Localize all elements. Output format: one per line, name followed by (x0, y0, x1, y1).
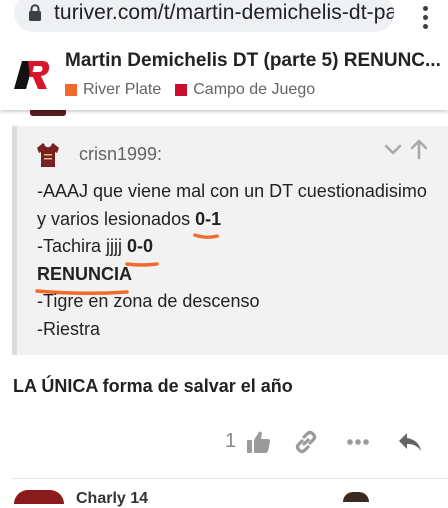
post-body: LA ÚNICA forma de salvar el año (13, 376, 293, 396)
category-label: River Plate (83, 81, 162, 98)
quote-line-text: y varios lesionados (37, 208, 196, 229)
previous-post-avatar[interactable] (30, 110, 66, 116)
quote-line: y varios lesionados 0-1 (37, 206, 427, 239)
like-count[interactable]: 1 (225, 430, 236, 453)
more-options-icon[interactable] (344, 428, 372, 456)
renuncia-text: RENUNCIA (37, 263, 133, 284)
site-logo[interactable] (12, 58, 52, 92)
category-river-plate[interactable]: River Plate (65, 81, 161, 99)
quote-line: -Riestra (37, 316, 427, 344)
category-campo-de-juego[interactable]: Campo de Juego (175, 81, 315, 99)
quote-line: -Tigre en zona de descenso (37, 288, 427, 316)
next-post-avatar[interactable] (14, 490, 64, 504)
quote-line: -AAAJ que viene mal con un DT cuestionad… (37, 178, 427, 206)
post-divider (12, 478, 448, 479)
quote-line-text: -Tigre en zona de descenso (37, 291, 260, 311)
like-icon[interactable] (244, 428, 272, 456)
quote-line: RENUNCIA (35, 261, 427, 296)
arrow-up-icon[interactable] (409, 138, 429, 160)
quote-block: crisn1999: -AAAJ que viene mal con un DT… (12, 126, 448, 355)
address-field[interactable]: turiver.com/t/martin-demichelis-dt-parte… (14, 0, 394, 32)
topic-title[interactable]: Martin Demichelis DT (parte 5) RENUNC... (65, 50, 441, 72)
reply-icon[interactable] (396, 428, 424, 456)
renuncia-highlight: RENUNCIA (35, 261, 133, 296)
quote-line-text: -Riestra (37, 318, 101, 339)
topic-header: Martin Demichelis DT (parte 5) RENUNC...… (0, 40, 448, 110)
quote-line-text: -AAAJ que viene mal con un DT cuestionad… (37, 181, 427, 201)
lock-icon (29, 4, 41, 21)
browser-url-bar: turiver.com/t/martin-demichelis-dt-parte… (0, 0, 448, 40)
quote-line: -Tachira jjjj 0-0 (37, 233, 427, 267)
score-text: 0-0 (127, 236, 154, 256)
chevron-down-icon[interactable] (383, 140, 403, 160)
category-color-swatch (175, 84, 188, 96)
score-highlight: 0-0 (125, 233, 159, 267)
next-post-username[interactable]: Charly 14 (76, 490, 148, 508)
quoted-text: -AAAJ que viene mal con un DT cuestionad… (35, 178, 427, 344)
quoted-username: crisn1999: (79, 144, 163, 164)
next-post-flair-avatar (343, 492, 369, 502)
category-list: River Plate Campo de Juego (65, 81, 329, 99)
category-label: Campo de Juego (193, 81, 316, 98)
score-text: 0-1 (195, 208, 222, 229)
url-text: turiver.com/t/martin-demichelis-dt-parte… (54, 1, 394, 24)
link-icon[interactable] (292, 428, 320, 456)
quote-line-text: -Tachira jjjj (37, 236, 128, 256)
quoted-user-avatar[interactable] (33, 139, 63, 169)
category-color-swatch (65, 84, 77, 96)
browser-menu-icon[interactable] (420, 6, 430, 32)
score-highlight: 0-1 (193, 206, 222, 239)
